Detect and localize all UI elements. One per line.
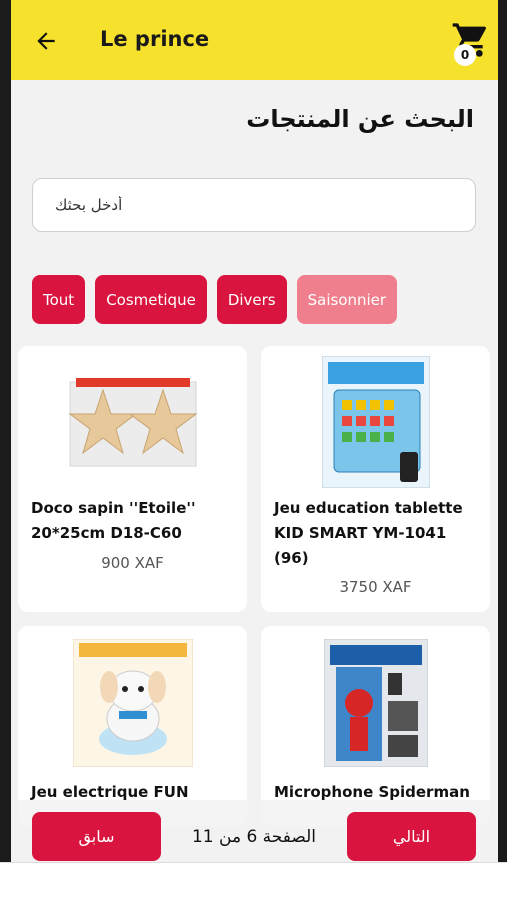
- back-button[interactable]: [29, 24, 63, 58]
- product-name: Jeu education tablette KID SMART YM-1041…: [274, 499, 463, 567]
- bottom-system-bar: [0, 862, 507, 900]
- device-frame-right: [498, 0, 507, 900]
- product-card[interactable]: Jeu electrique FUN: [18, 626, 247, 826]
- robot-dog-toy-image: [72, 639, 193, 767]
- product-card[interactable]: Jeu education tablette KID SMART YM-1041…: [261, 346, 490, 612]
- page-indicator: الصفحة 6 من 11: [191, 827, 317, 847]
- product-card[interactable]: Microphone Spiderman: [261, 626, 490, 826]
- arrow-left-icon: [37, 32, 55, 50]
- page-title: البحث عن المنتجات: [246, 105, 474, 133]
- next-page-button[interactable]: التالي: [347, 812, 476, 861]
- search-field[interactable]: [32, 178, 476, 232]
- filter-chip-saisonnier[interactable]: Saisonnier: [296, 275, 398, 324]
- app-bar: Le prince 0: [11, 0, 498, 80]
- cart-count-badge: 0: [454, 44, 476, 66]
- product-price: 3750 XAF: [339, 578, 412, 596]
- star-decoration-image: [68, 376, 198, 468]
- search-input[interactable]: [33, 179, 475, 231]
- product-name: Doco sapin ''Etoile'' 20*25cm D18-C60: [31, 499, 196, 542]
- product-price: 900 XAF: [101, 554, 164, 572]
- spiderman-microphone-image: [323, 639, 428, 767]
- app-title: Le prince: [100, 27, 210, 51]
- previous-page-button[interactable]: سابق: [32, 812, 161, 861]
- device-frame-left: [0, 0, 11, 900]
- category-filters: Tout Cosmetique Divers Saisonnier: [32, 275, 398, 324]
- app-screen: Le prince 0 البحث عن المنتجات Tout Cosme…: [11, 0, 498, 862]
- product-card[interactable]: Doco sapin ''Etoile'' 20*25cm D18-C60 90…: [18, 346, 247, 612]
- filter-chip-tout[interactable]: Tout: [32, 275, 86, 324]
- filter-chip-divers[interactable]: Divers: [216, 275, 287, 324]
- kids-tablet-image: [321, 356, 430, 488]
- filter-chip-cosmetique[interactable]: Cosmetique: [95, 275, 207, 324]
- pagination-bar: سابق الصفحة 6 من 11 التالي: [11, 800, 498, 862]
